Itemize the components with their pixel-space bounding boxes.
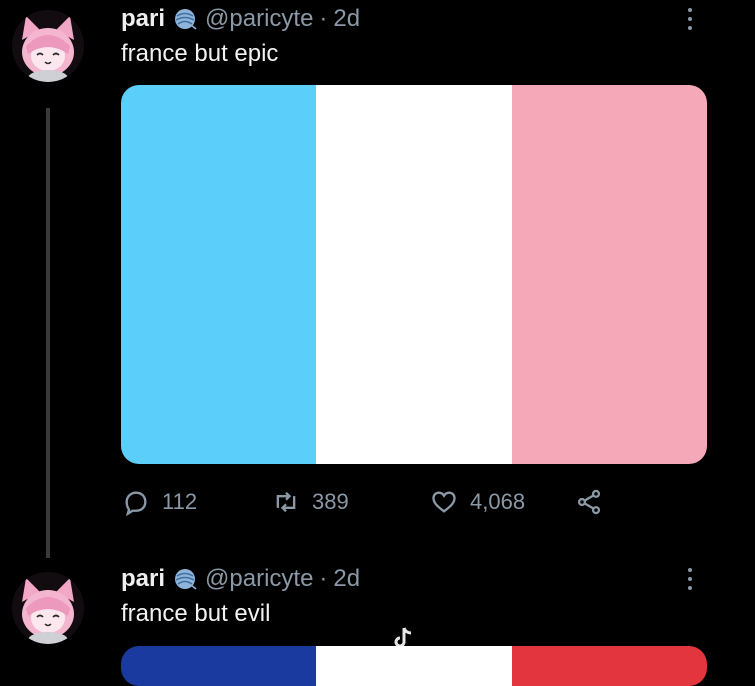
tiktok-logo-icon (394, 627, 412, 648)
more-options-icon[interactable] (687, 568, 693, 594)
tiktok-watermark (392, 624, 414, 650)
tweet-image-flag[interactable] (121, 646, 707, 686)
tweet-actions: 112 389 4,068 (122, 484, 622, 520)
more-options-icon[interactable] (687, 8, 693, 34)
separator-dot: · (319, 5, 328, 32)
like-count: 4,068 (470, 489, 526, 514)
user-handle[interactable]: @paricyte (205, 565, 313, 593)
retweet-button[interactable]: 389 (272, 488, 430, 516)
flag-stripe-pink (511, 85, 707, 464)
flag-stripe-red (511, 646, 707, 686)
tweet-header: pari @paricyte · 2d (121, 564, 360, 594)
flag-stripe-blue (121, 646, 317, 686)
thread-connector-line (46, 108, 50, 558)
like-button[interactable]: 4,068 (430, 488, 575, 516)
tweet-text: france but evil (121, 600, 271, 627)
display-name[interactable]: pari (121, 5, 165, 33)
display-name[interactable]: pari (121, 565, 165, 593)
flag-stripe-white (316, 85, 512, 464)
retweet-count: 389 (312, 489, 349, 514)
flag-stripe-light-blue (121, 85, 317, 464)
yarn-ball-icon (173, 567, 197, 591)
tweet-header: pari @paricyte · 2d (121, 4, 360, 34)
avatar[interactable] (12, 10, 84, 82)
retweet-icon (276, 491, 296, 513)
reply-count: 112 (162, 489, 198, 514)
tweet-text: france but epic (121, 40, 279, 67)
share-button[interactable] (575, 488, 615, 516)
share-icon (577, 489, 601, 515)
heart-icon (432, 491, 456, 513)
user-handle[interactable]: @paricyte (205, 5, 313, 33)
timestamp[interactable]: 2d (333, 565, 360, 593)
reply-icon (125, 491, 147, 516)
anime-cat-girl-avatar-icon (12, 10, 84, 82)
yarn-ball-icon (173, 7, 197, 31)
flag-stripe-white (316, 646, 512, 686)
reply-button[interactable]: 112 (122, 488, 272, 516)
separator-dot: · (319, 565, 328, 592)
tweet-image-flag[interactable] (121, 85, 707, 464)
anime-cat-girl-avatar-icon (12, 572, 84, 644)
avatar[interactable] (12, 572, 84, 644)
timestamp[interactable]: 2d (333, 5, 360, 33)
